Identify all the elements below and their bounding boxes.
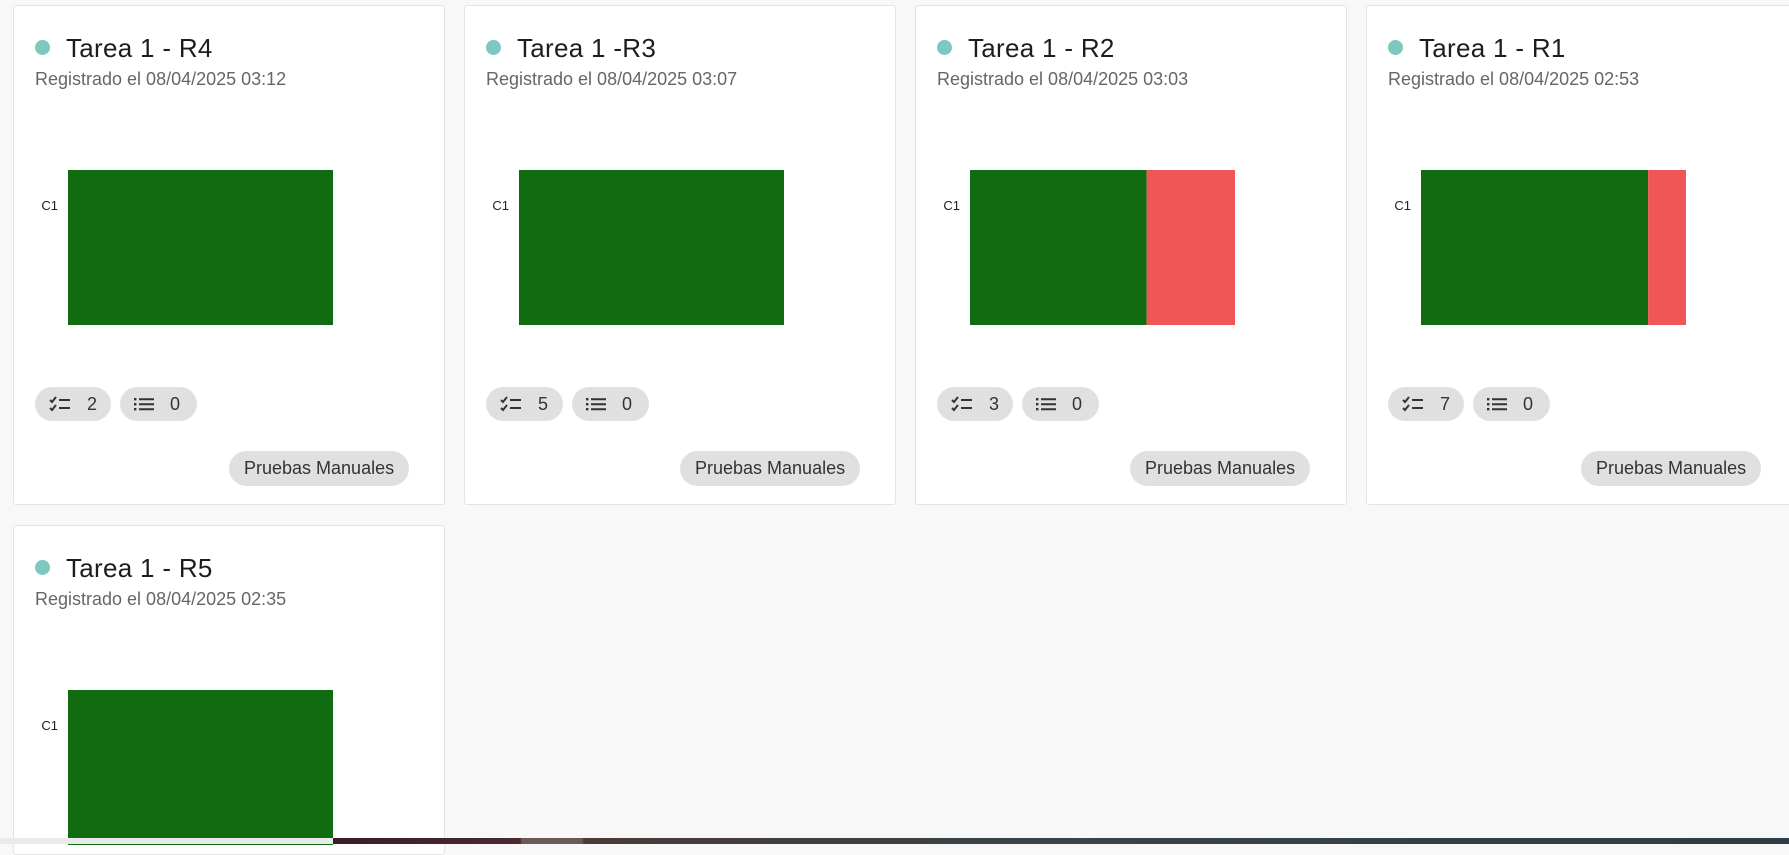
run-card[interactable]: Tarea 1 -R3 Registrado el 08/04/2025 03:… — [464, 5, 896, 505]
card-title[interactable]: Tarea 1 - R2 — [968, 33, 1115, 64]
run-card[interactable]: Tarea 1 - R1 Registrado el 08/04/2025 02… — [1366, 5, 1789, 505]
taskbar-strip — [0, 838, 1789, 844]
completed-count: 7 — [1440, 393, 1451, 414]
checklist-icon — [500, 396, 522, 412]
completed-count: 3 — [989, 393, 1000, 414]
completed-count-badge[interactable]: 5 — [486, 387, 563, 421]
items-count: 0 — [170, 393, 181, 414]
bar-segment-pass — [68, 170, 333, 325]
card-subtitle: Registrado el 08/04/2025 02:35 — [35, 589, 287, 609]
completed-count: 5 — [538, 393, 549, 414]
result-chart: C1 — [41, 690, 333, 845]
status-dot — [35, 560, 50, 575]
chart-category-label: C1 — [41, 718, 58, 733]
run-card[interactable]: Tarea 1 - R5 Registrado el 08/04/2025 02… — [13, 525, 445, 855]
result-chart: C1 — [943, 170, 1235, 325]
card-title[interactable]: Tarea 1 - R5 — [66, 553, 213, 584]
chart-category-label: C1 — [492, 198, 509, 213]
list-icon — [1487, 397, 1507, 411]
list-icon — [586, 397, 606, 411]
run-card[interactable]: Tarea 1 - R4 Registrado el 08/04/2025 03… — [13, 5, 445, 505]
status-dot — [937, 40, 952, 55]
result-chart: C1 — [1394, 170, 1686, 325]
card-title[interactable]: Tarea 1 - R1 — [1419, 33, 1566, 64]
completed-count-badge[interactable]: 2 — [35, 387, 111, 421]
card-subtitle: Registrado el 08/04/2025 03:12 — [35, 69, 287, 89]
items-count-badge[interactable]: 0 — [1473, 387, 1550, 421]
bar-segment-pass — [519, 170, 784, 325]
items-count-badge[interactable]: 0 — [572, 387, 649, 421]
completed-count: 2 — [87, 393, 98, 414]
card-subtitle: Registrado el 08/04/2025 03:07 — [486, 69, 738, 89]
checklist-icon — [49, 396, 71, 412]
test-type-tag[interactable]: Pruebas Manuales — [680, 451, 861, 486]
completed-count-badge[interactable]: 7 — [1388, 387, 1464, 421]
test-type-tag[interactable]: Pruebas Manuales — [1581, 451, 1762, 486]
checklist-icon — [1402, 396, 1424, 412]
bar-segment-pass — [68, 690, 333, 845]
items-count: 0 — [1072, 393, 1083, 414]
items-count-badge[interactable]: 0 — [120, 387, 197, 421]
chart-category-label: C1 — [41, 198, 58, 213]
bar-segment-pass — [970, 170, 1147, 325]
bar-segment-fail — [1146, 170, 1235, 325]
run-card[interactable]: Tarea 1 - R2 Registrado el 08/04/2025 03… — [915, 5, 1347, 505]
chart-category-label: C1 — [943, 198, 960, 213]
checklist-icon — [951, 396, 973, 412]
items-count: 0 — [622, 393, 633, 414]
result-chart: C1 — [492, 170, 784, 325]
result-chart: C1 — [41, 170, 333, 325]
card-title[interactable]: Tarea 1 -R3 — [517, 33, 656, 64]
status-dot — [35, 40, 50, 55]
chart-category-label: C1 — [1394, 198, 1411, 213]
items-count-badge[interactable]: 0 — [1022, 387, 1099, 421]
card-subtitle: Registrado el 08/04/2025 02:53 — [1388, 69, 1640, 89]
card-title[interactable]: Tarea 1 - R4 — [66, 33, 213, 64]
test-type-tag[interactable]: Pruebas Manuales — [229, 451, 410, 486]
test-type-tag[interactable]: Pruebas Manuales — [1130, 451, 1311, 486]
list-icon — [134, 397, 154, 411]
card-subtitle: Registrado el 08/04/2025 03:03 — [937, 69, 1189, 89]
status-dot — [1388, 40, 1403, 55]
items-count: 0 — [1523, 393, 1534, 414]
status-dot — [486, 40, 501, 55]
list-icon — [1036, 397, 1056, 411]
completed-count-badge[interactable]: 3 — [937, 387, 1013, 421]
bar-segment-fail — [1648, 170, 1686, 325]
bar-segment-pass — [1421, 170, 1649, 325]
